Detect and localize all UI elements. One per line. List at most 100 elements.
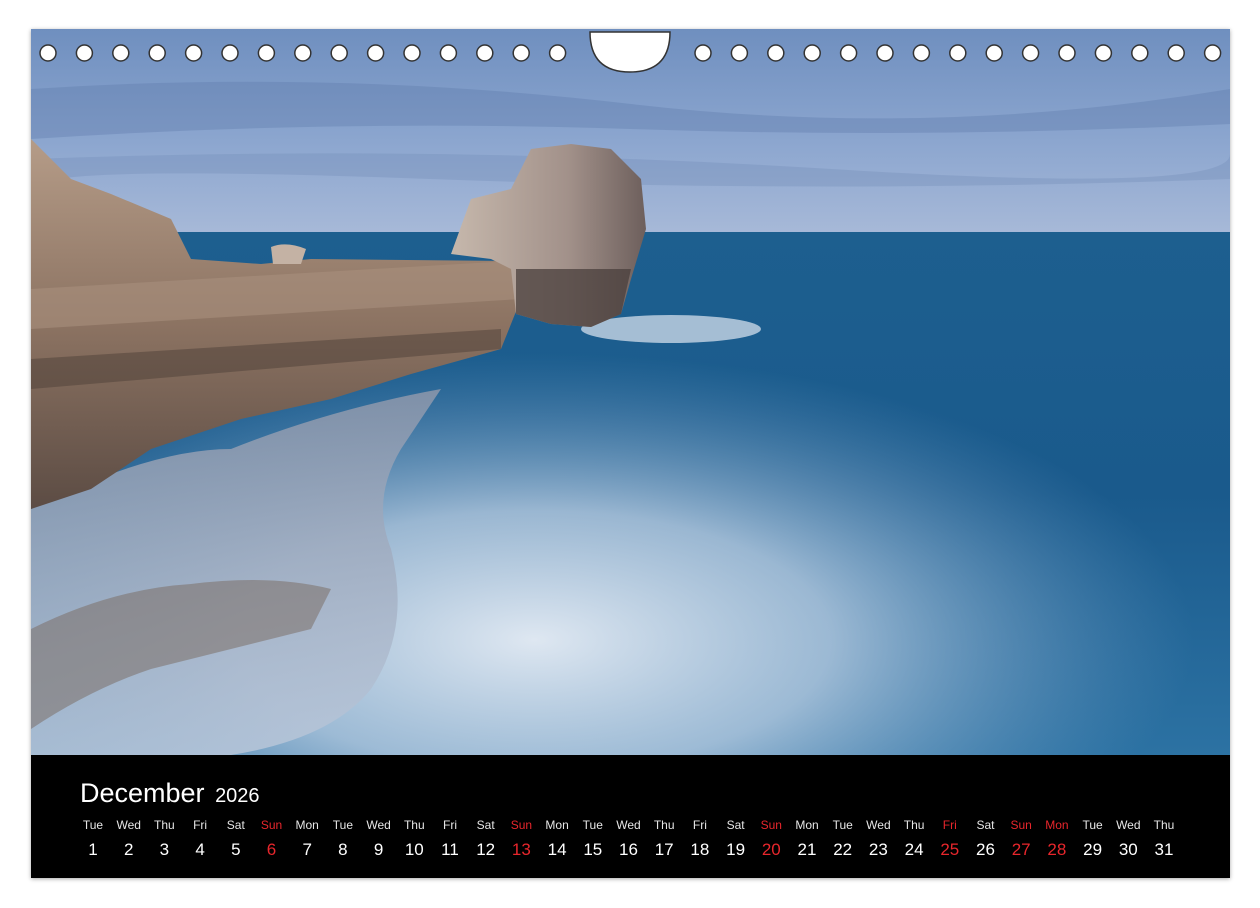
day-cell: Thu 3 [146,817,182,861]
calendar-band: December 2026 Tue 1 Wed 2 Thu 3 Fri 4 Sat 5 Sun 6 Mo… [31,755,1230,878]
day-number: 11 [441,840,459,859]
day-number: 5 [231,840,241,859]
day-cell: Sat 5 [218,817,254,861]
day-number: 15 [583,840,603,859]
day-number: 20 [761,840,781,859]
day-cell: Fri 11 [432,817,468,861]
weekday-label: Sat [976,818,995,832]
day-number: 10 [404,840,424,859]
day-number: 27 [1011,840,1031,859]
day-cell: Tue 1 [75,817,111,861]
day-number: 19 [726,840,746,859]
day-cell: Thu 17 [646,817,682,861]
day-cell: Thu 24 [896,817,932,861]
weekday-label: Sat [726,818,745,832]
day-number: 3 [159,840,170,859]
calendar-page: December 2026 Tue 1 Wed 2 Thu 3 Fri 4 Sat 5 Sun 6 Mo… [31,29,1230,878]
weekday-label: Wed [116,818,141,832]
weekday-label: Sat [226,818,245,832]
day-cell: Tue 29 [1075,817,1111,861]
weekday-label: Fri [443,818,457,832]
day-cell: Sun 20 [753,817,789,861]
weekday-label: Mon [295,818,319,832]
day-cell: Tue 22 [825,817,861,861]
weekday-label: Sun [260,818,283,832]
month-name: December [80,778,205,808]
weekday-label: Sat [476,818,495,832]
day-number: 22 [833,840,853,859]
day-cell: Thu 10 [396,817,432,861]
weekday-label: Tue [332,818,353,832]
day-cell: Mon 21 [789,817,825,861]
day-cell: Sun 13 [503,817,539,861]
day-cell: Mon 7 [289,817,325,861]
day-number: 30 [1118,840,1138,859]
day-cell: Sat 26 [968,817,1004,861]
weekday-label: Tue [82,818,104,832]
day-number: 7 [302,840,312,859]
day-number: 21 [797,840,817,859]
day-number: 13 [511,840,531,859]
weekday-label: Wed [866,818,891,832]
weekday-label: Thu [1153,818,1175,832]
day-cell: Fri 4 [182,817,218,861]
weekday-label: Tue [832,818,853,832]
day-number: 17 [654,840,674,859]
seascape-photo [31,29,1230,755]
day-cell: Sun 27 [1003,817,1039,861]
day-cell: Fri 25 [932,817,968,861]
day-cell: Sat 12 [468,817,504,861]
day-number: 4 [195,840,205,859]
day-cell: Wed 30 [1110,817,1146,861]
day-number: 12 [476,840,496,859]
day-cell: Mon 28 [1039,817,1075,861]
day-number: 23 [868,840,888,859]
weekday-label: Tue [1082,818,1103,832]
day-cell: Wed 9 [361,817,397,861]
weekday-label: Thu [154,818,175,832]
weekday-label: Sun [760,818,782,832]
weekday-label: Sun [510,818,533,832]
day-number: 28 [1047,840,1067,859]
weekday-label: Mon [1045,818,1069,832]
day-number: 18 [690,840,710,859]
weekday-label: Tue [582,818,603,832]
weekday-label: Thu [653,818,675,832]
day-cell: Wed 23 [860,817,896,861]
day-number: 16 [619,840,638,859]
day-number: 25 [940,840,960,859]
weekday-label: Sun [1010,818,1032,832]
month-title: December 2026 [80,778,260,811]
day-cell: Thu 31 [1146,817,1182,861]
weekday-label: Mon [795,818,819,832]
weekday-label: Fri [193,818,208,832]
day-cell: Sun 6 [254,817,290,861]
day-number: 26 [976,840,995,859]
day-number: 9 [373,840,384,859]
day-number: 6 [266,840,277,859]
weekday-label: Wed [366,818,391,832]
weekday-label: Thu [903,818,925,832]
day-number: 29 [1083,840,1103,859]
weekday-label: Fri [942,818,957,832]
day-strip: Tue 1 Wed 2 Thu 3 Fri 4 Sat 5 Sun 6 Mon 7 Tue 8 Wed 9 Thu 1… [75,817,1205,867]
day-cell: Tue 15 [575,817,611,861]
day-cell: Mon 14 [539,817,575,861]
weekday-label: Fri [692,818,707,832]
day-number: 8 [338,840,348,859]
weekday-label: Thu [403,818,425,832]
year: 2026 [215,785,260,807]
weekday-label: Wed [1116,818,1141,832]
day-cell: Fri 18 [682,817,718,861]
day-number: 31 [1154,840,1174,859]
weekday-label: Mon [545,818,569,832]
day-cell: Wed 16 [611,817,647,861]
day-number: 14 [547,840,567,859]
day-cell: Wed 2 [111,817,147,861]
weekday-label: Wed [616,818,641,832]
day-number: 24 [904,840,924,859]
day-cell: Tue 8 [325,817,361,861]
day-cell: Sat 19 [718,817,754,861]
day-number: 2 [123,840,134,859]
day-number: 1 [88,840,98,859]
